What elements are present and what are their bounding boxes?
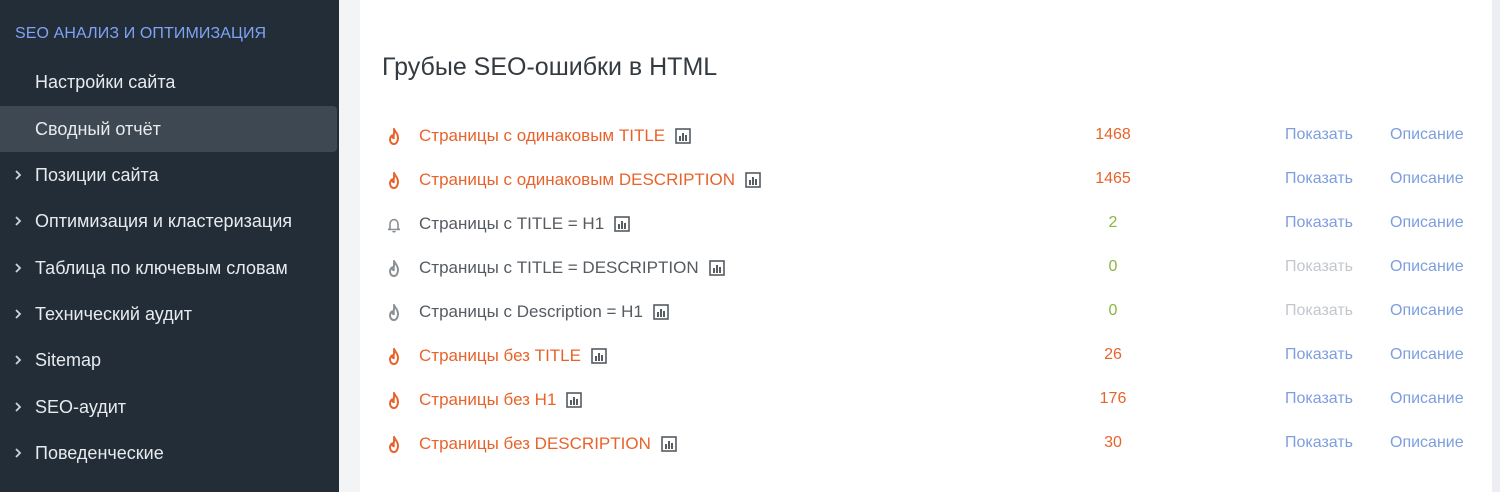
row-count: 2 xyxy=(1108,214,1118,231)
sidebar-item-site-settings[interactable]: Настройки сайта xyxy=(0,59,337,105)
description-link[interactable]: Описание xyxy=(1390,126,1464,144)
table-row: Страницы с одинаковым TITLE 1468 Показат… xyxy=(382,115,1482,159)
chart-icon[interactable] xyxy=(591,348,607,364)
chevron-right-icon xyxy=(12,215,24,227)
description-link[interactable]: Описание xyxy=(1390,170,1464,188)
sidebar-item-seo-audit[interactable]: SEO-аудит xyxy=(0,384,337,430)
sidebar-item-site-positions[interactable]: Позиции сайта xyxy=(0,152,337,198)
row-count: 26 xyxy=(1104,346,1122,363)
row-title: Страницы с Description = H1 xyxy=(419,302,643,321)
row-title: Страницы с одинаковым TITLE xyxy=(419,126,666,145)
description-link[interactable]: Описание xyxy=(1390,214,1464,232)
fire-icon xyxy=(384,303,404,323)
show-link[interactable]: Показать xyxy=(1285,390,1353,408)
table-row: Страницы с одинаковым DESCRIPTION 1465 П… xyxy=(382,159,1482,203)
row-title: Страницы с TITLE = H1 xyxy=(419,214,605,233)
sidebar-item-label: Таблица по ключевым словам xyxy=(35,257,288,278)
show-link: Показать xyxy=(1285,258,1354,275)
fire-icon xyxy=(384,259,404,279)
sidebar-item-label: Сводный отчёт xyxy=(35,118,161,139)
scrollbar-track[interactable] xyxy=(1492,0,1500,492)
row-count: 176 xyxy=(1099,390,1127,407)
description-link[interactable]: Описание xyxy=(1390,302,1464,320)
row-count: 1468 xyxy=(1095,126,1131,143)
sidebar-item-keywords-table[interactable]: Таблица по ключевым словам xyxy=(0,245,337,291)
sidebar-item-label: Поведенческие xyxy=(35,442,164,463)
show-link[interactable]: Показать xyxy=(1285,434,1353,452)
row-title: Страницы с одинаковым DESCRIPTION xyxy=(419,170,736,189)
row-title: Страницы без DESCRIPTION xyxy=(419,434,651,453)
chart-icon[interactable] xyxy=(566,392,583,408)
sidebar-item-label: Технический аудит xyxy=(35,303,192,324)
row-count: 30 xyxy=(1104,434,1122,451)
description-link[interactable]: Описание xyxy=(1390,258,1464,276)
table-row: Страницы без TITLE 26 Показать Описание xyxy=(382,335,1482,379)
table-row: Страницы с Description = H1 0 Показать О… xyxy=(382,291,1482,335)
sidebar-item-technical-audit[interactable]: Технический аудит xyxy=(0,291,337,337)
fire-icon xyxy=(384,127,404,147)
sidebar-item-label: Позиции сайта xyxy=(35,164,159,185)
row-title: Страницы без H1 xyxy=(419,390,557,409)
show-link: Показать xyxy=(1285,302,1354,319)
fire-icon xyxy=(384,347,404,367)
fire-icon xyxy=(384,391,404,411)
sidebar-section-title: SEO АНАЛИЗ И ОПТИМИЗАЦИЯ xyxy=(15,25,267,42)
sidebar-item-optimization-clustering[interactable]: Оптимизация и кластеризация xyxy=(0,198,337,244)
chevron-right-icon xyxy=(12,262,24,274)
sidebar-item-behavioral[interactable]: Поведенческие xyxy=(0,430,337,476)
chevron-right-icon xyxy=(12,447,24,459)
table-row: Страницы без H1 176 Показать Описание xyxy=(382,379,1482,423)
show-link[interactable]: Показать xyxy=(1285,346,1353,364)
chart-icon[interactable] xyxy=(708,260,725,276)
description-link[interactable]: Описание xyxy=(1390,346,1464,364)
sidebar-item-summary-report[interactable]: Сводный отчёт xyxy=(0,106,337,152)
page-title: Грубые SEO-ошибки в HTML xyxy=(382,53,718,81)
chart-icon[interactable] xyxy=(745,172,761,188)
sidebar-item-label: SEO-аудит xyxy=(35,396,127,417)
sidebar-item-sitemap[interactable]: Sitemap xyxy=(0,337,337,383)
description-link[interactable]: Описание xyxy=(1390,390,1464,408)
chart-icon[interactable] xyxy=(614,216,630,232)
show-link[interactable]: Показать xyxy=(1285,214,1353,232)
row-count: 1465 xyxy=(1095,170,1131,187)
row-count: 0 xyxy=(1108,258,1118,275)
chevron-right-icon xyxy=(12,169,24,181)
sidebar-item-label: Sitemap xyxy=(35,349,102,370)
chart-icon[interactable] xyxy=(653,304,669,320)
chart-icon[interactable] xyxy=(661,436,677,452)
row-count: 0 xyxy=(1108,302,1118,319)
show-link[interactable]: Показать xyxy=(1285,126,1353,144)
sidebar-item-label: Оптимизация и кластеризация xyxy=(35,210,292,231)
sidebar-item-label: Настройки сайта xyxy=(35,71,176,92)
row-title: Страницы с TITLE = DESCRIPTION xyxy=(419,258,699,277)
fire-icon xyxy=(384,435,404,455)
fire-icon xyxy=(384,171,404,191)
show-link[interactable]: Показать xyxy=(1285,170,1353,188)
table-row: Страницы с TITLE = DESCRIPTION 0 Показат… xyxy=(382,247,1482,291)
chevron-right-icon xyxy=(12,354,24,366)
chevron-right-icon xyxy=(12,308,24,320)
description-link[interactable]: Описание xyxy=(1390,434,1464,452)
chart-icon[interactable] xyxy=(675,128,691,144)
sidebar: SEO АНАЛИЗ И ОПТИМИЗАЦИЯ Настройки сайта… xyxy=(0,0,339,492)
table-row: Страницы без DESCRIPTION 30 Показать Опи… xyxy=(382,423,1482,467)
chevron-right-icon xyxy=(12,401,24,413)
row-title: Страницы без TITLE xyxy=(419,346,581,365)
bell-icon xyxy=(384,215,404,235)
table-row: Страницы с TITLE = H1 2 Показать Описани… xyxy=(382,203,1482,247)
